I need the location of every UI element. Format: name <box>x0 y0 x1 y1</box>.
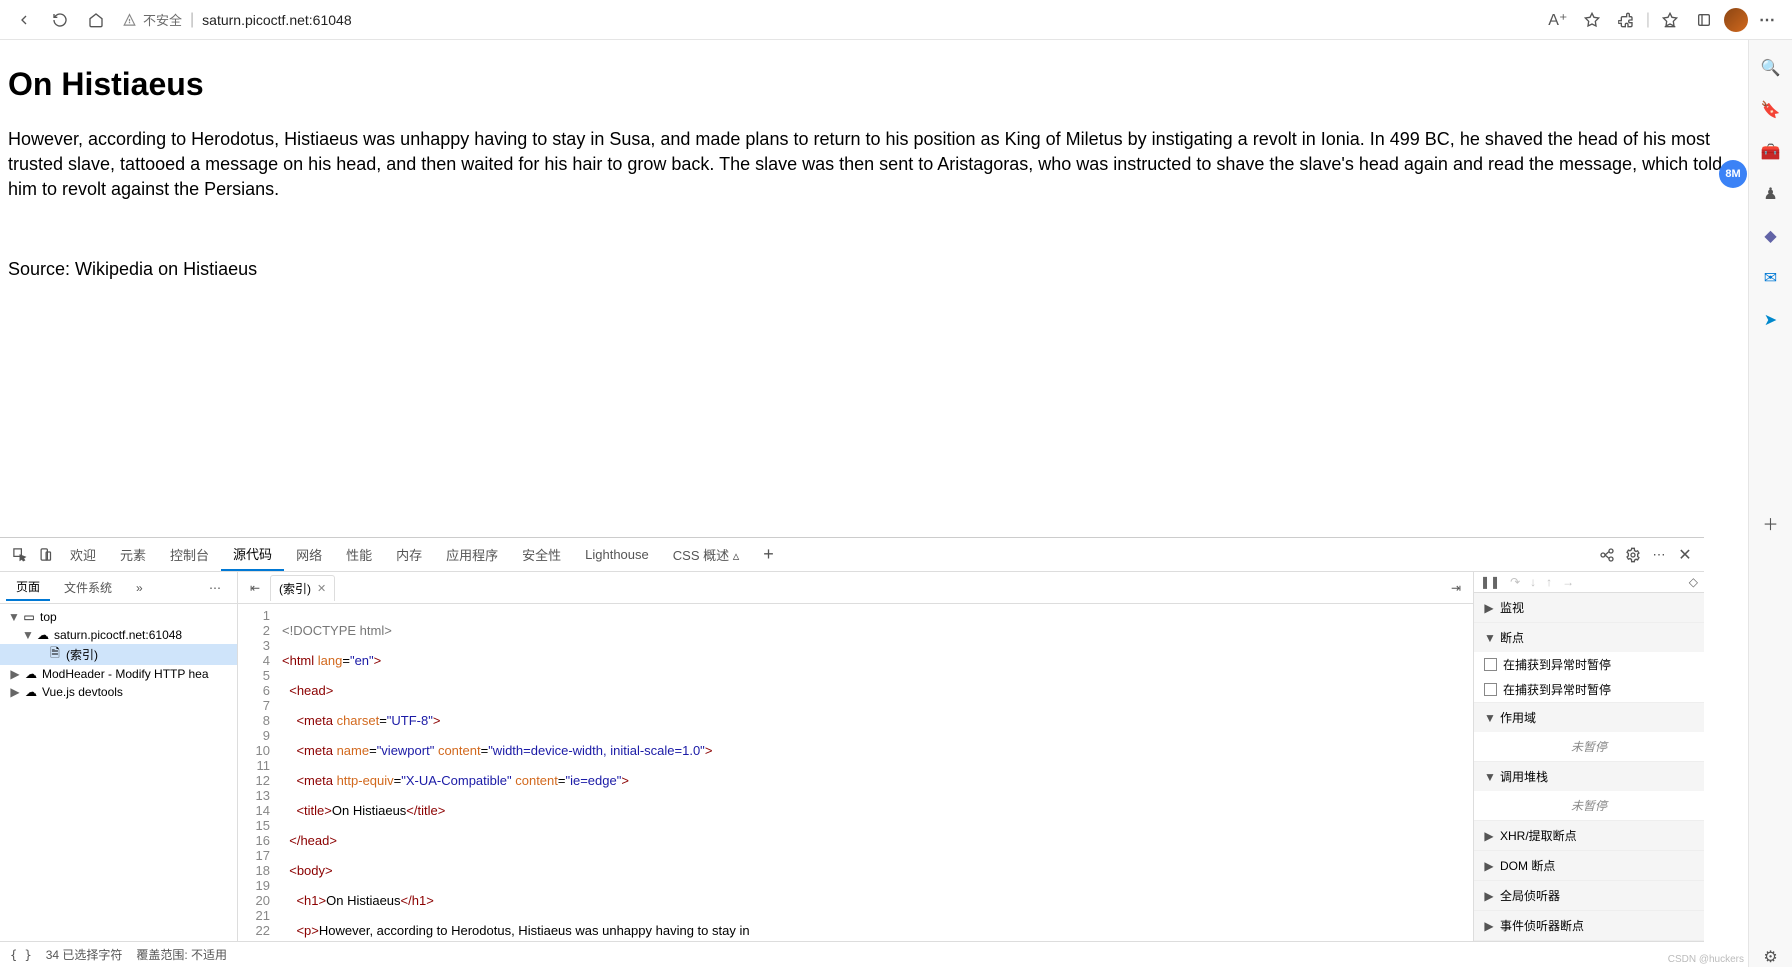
debugger-toolbar: ❚❚ ↷ ↓ ↑ → ◇ <box>1474 572 1704 593</box>
tab-security[interactable]: 安全性 <box>510 538 573 571</box>
close-devtools-icon[interactable]: ✕ <box>1672 542 1698 568</box>
nav-tab-menu[interactable]: ⋯ <box>199 577 231 599</box>
code-lines[interactable]: <!DOCTYPE html> <html lang="en"> <head> … <box>278 604 1473 941</box>
panel-callstack[interactable]: ▼调用堆栈 <box>1474 762 1704 791</box>
sources-navigator: 页面 文件系统 » ⋯ ▼▭top ▼☁saturn.picoctf.net:6… <box>0 572 238 941</box>
shopping-icon[interactable]: 🔖 <box>1761 100 1781 120</box>
send-icon[interactable]: ➤ <box>1761 310 1781 330</box>
nav-tab-more[interactable]: » <box>126 577 153 599</box>
settings-icon[interactable] <box>1620 542 1646 568</box>
panel-watch[interactable]: ▶监视 <box>1474 593 1704 622</box>
status-selection: 34 已选择字符 <box>46 946 123 963</box>
favorites-bar-icon[interactable] <box>1656 6 1684 34</box>
panel-dom[interactable]: ▶DOM 断点 <box>1474 851 1704 880</box>
browser-toolbar: 不安全 | saturn.picoctf.net:61048 A⁺ | ⋯ <box>0 0 1792 40</box>
page-body: However, according to Herodotus, Histiae… <box>8 127 1740 203</box>
line-gutter: 1234567891011121314151617181920212223 <box>238 604 278 941</box>
tree-ext-vue[interactable]: ▶☁Vue.js devtools <box>0 683 237 701</box>
tree-ext-modheader[interactable]: ▶☁ModHeader - Modify HTTP hea <box>0 665 237 683</box>
tab-elements[interactable]: 元素 <box>108 538 158 571</box>
pause-on-exception-1[interactable]: 在捕获到异常时暂停 <box>1474 652 1704 677</box>
profile-avatar[interactable] <box>1724 8 1748 32</box>
tab-memory[interactable]: 内存 <box>384 538 434 571</box>
close-tab-icon[interactable]: ✕ <box>317 582 326 595</box>
debugger-pane: ❚❚ ↷ ↓ ↑ → ◇ ▶监视 ▼断点 在捕获到异常时暂停 在捕获到异常时暂停 <box>1474 572 1704 941</box>
panel-breakpoints[interactable]: ▼断点 <box>1474 623 1704 652</box>
step-icon[interactable]: → <box>1562 575 1574 589</box>
device-icon[interactable] <box>32 542 58 568</box>
games-icon[interactable]: ♟ <box>1761 184 1781 204</box>
step-into-icon[interactable]: ↓ <box>1530 575 1536 589</box>
panel-scope[interactable]: ▼作用域 <box>1474 703 1704 732</box>
step-out-icon[interactable]: ↑ <box>1546 575 1552 589</box>
watermark: CSDN @huckers <box>1668 954 1744 965</box>
tab-network[interactable]: 网络 <box>284 538 334 571</box>
edge-sidebar: 🔍 🔖 🧰 ♟ ◆ ✉ ➤ ＋ ⚙ <box>1748 40 1792 967</box>
tab-console[interactable]: 控制台 <box>158 538 221 571</box>
panel-xhr[interactable]: ▶XHR/提取断点 <box>1474 821 1704 850</box>
extensions-icon[interactable] <box>1612 6 1640 34</box>
file-tree: ▼▭top ▼☁saturn.picoctf.net:61048 🗎(索引) ▶… <box>0 604 237 941</box>
status-coverage: 覆盖范围: 不适用 <box>136 946 227 963</box>
more-menu-icon[interactable]: ⋯ <box>1754 6 1782 34</box>
home-button[interactable] <box>82 6 110 34</box>
code-area[interactable]: 1234567891011121314151617181920212223 <!… <box>238 604 1473 941</box>
callstack-empty: 未暂停 <box>1474 791 1704 820</box>
collections-icon[interactable] <box>1690 6 1718 34</box>
toggle-navigator-icon[interactable]: ⇤ <box>242 575 268 601</box>
office-icon[interactable]: ◆ <box>1761 226 1781 246</box>
tab-add[interactable]: + <box>751 538 786 571</box>
search-icon[interactable]: 🔍 <box>1761 58 1781 78</box>
toolbar-right: A⁺ | ⋯ <box>1544 6 1782 34</box>
pause-on-exception-2[interactable]: 在捕获到异常时暂停 <box>1474 677 1704 702</box>
page-source: Source: Wikipedia on Histiaeus <box>8 257 1740 282</box>
tree-index[interactable]: 🗎(索引) <box>0 644 237 665</box>
inspect-icon[interactable] <box>6 542 32 568</box>
add-sidebar-icon[interactable]: ＋ <box>1761 513 1781 533</box>
address-separator: | <box>190 11 194 29</box>
more-tools-icon[interactable]: ⋯ <box>1646 542 1672 568</box>
security-status[interactable]: 不安全 <box>122 10 182 29</box>
toggle-debugger-icon[interactable]: ⇥ <box>1443 575 1469 601</box>
download-badge[interactable]: 8M <box>1719 160 1747 188</box>
source-editor: ⇤ (索引)✕ ⇥ 123456789101112131415161718192… <box>238 572 1474 941</box>
read-aloud-icon[interactable]: A⁺ <box>1544 6 1572 34</box>
issues-icon[interactable] <box>1594 542 1620 568</box>
scope-empty: 未暂停 <box>1474 732 1704 761</box>
nav-tab-page[interactable]: 页面 <box>6 574 50 601</box>
file-tab-index[interactable]: (索引)✕ <box>270 575 335 601</box>
favorite-icon[interactable] <box>1578 6 1606 34</box>
tab-application[interactable]: 应用程序 <box>434 538 510 571</box>
pretty-print-icon[interactable]: { } <box>10 948 32 962</box>
refresh-button[interactable] <box>46 6 74 34</box>
page-content: On Histiaeus However, according to Herod… <box>0 40 1748 967</box>
sidebar-settings-icon[interactable]: ⚙ <box>1761 947 1781 967</box>
outlook-icon[interactable]: ✉ <box>1761 268 1781 288</box>
page-title: On Histiaeus <box>8 66 1740 103</box>
security-label: 不安全 <box>143 10 182 29</box>
tab-performance[interactable]: 性能 <box>334 538 384 571</box>
back-button[interactable] <box>10 6 38 34</box>
devtools-status-bar: { } 34 已选择字符 覆盖范围: 不适用 <box>0 941 1704 967</box>
step-over-icon[interactable]: ↷ <box>1510 575 1520 589</box>
devtools-panel: 欢迎 元素 控制台 源代码 网络 性能 内存 应用程序 安全性 Lighthou… <box>0 537 1704 967</box>
address-bar[interactable]: 不安全 | saturn.picoctf.net:61048 <box>122 10 352 29</box>
tab-sources[interactable]: 源代码 <box>221 538 284 571</box>
tools-icon[interactable]: 🧰 <box>1761 142 1781 162</box>
panel-event[interactable]: ▶事件侦听器断点 <box>1474 911 1704 940</box>
deactivate-bp-icon[interactable]: ◇ <box>1689 575 1698 589</box>
panel-global[interactable]: ▶全局侦听器 <box>1474 881 1704 910</box>
pause-icon[interactable]: ❚❚ <box>1480 575 1500 589</box>
devtools-tabs: 欢迎 元素 控制台 源代码 网络 性能 内存 应用程序 安全性 Lighthou… <box>0 538 1704 572</box>
tree-domain[interactable]: ▼☁saturn.picoctf.net:61048 <box>0 626 237 644</box>
tab-welcome[interactable]: 欢迎 <box>58 538 108 571</box>
tab-lighthouse[interactable]: Lighthouse <box>573 538 661 571</box>
tree-top[interactable]: ▼▭top <box>0 608 237 626</box>
url-text: saturn.picoctf.net:61048 <box>202 12 351 28</box>
tab-css-overview[interactable]: CSS 概述 ▵ <box>661 538 751 571</box>
nav-tab-filesystem[interactable]: 文件系统 <box>54 575 122 600</box>
